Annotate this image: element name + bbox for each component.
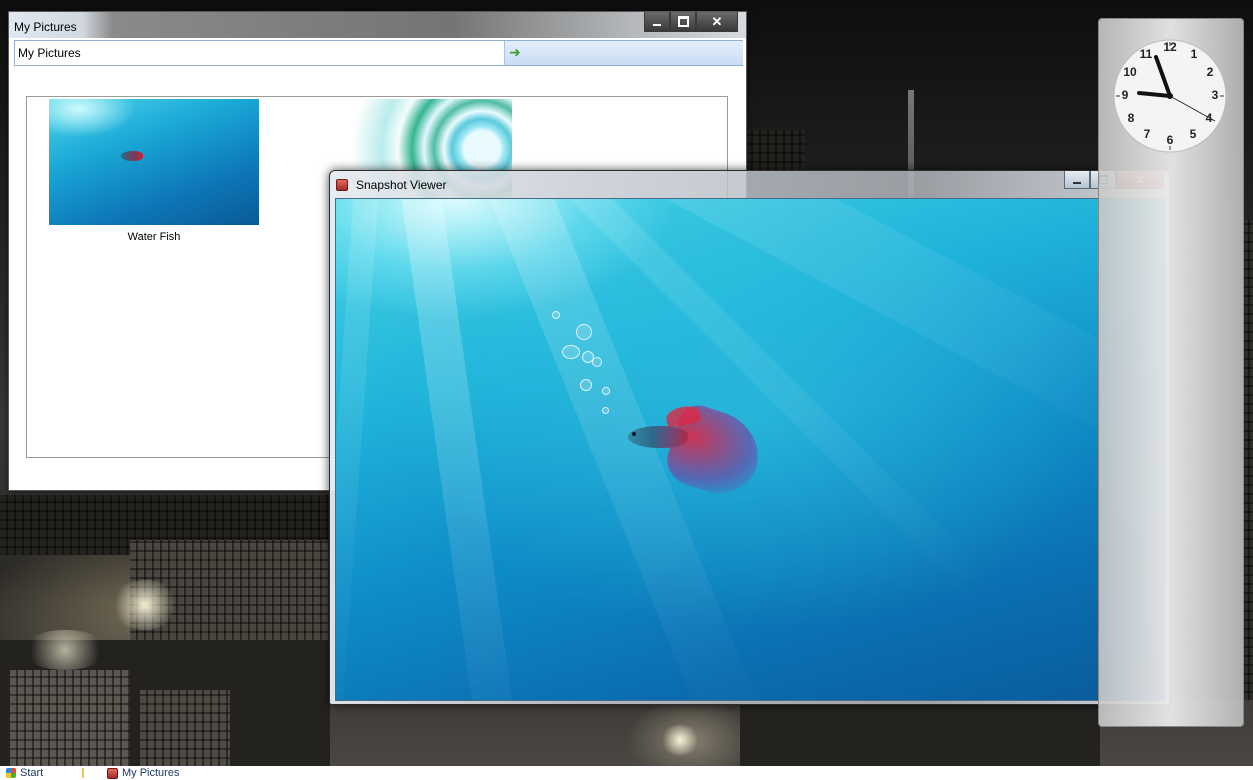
fish-image: [121, 151, 143, 161]
minimize-icon: [653, 23, 661, 26]
snapshot-image: [335, 198, 1166, 701]
clock-number: 6: [1166, 133, 1174, 147]
thumbnail-caption: Water Fish: [127, 231, 181, 243]
minimize-button[interactable]: [644, 12, 670, 32]
fish-eye: [632, 432, 636, 436]
minimize-button[interactable]: [1064, 171, 1090, 189]
clock-number: 2: [1206, 65, 1214, 79]
arrow-right-icon: ➜: [509, 44, 521, 60]
close-button[interactable]: ✕: [696, 12, 738, 32]
building: [740, 705, 1100, 766]
clock-number: 11: [1139, 47, 1153, 61]
clock-number: 3: [1211, 88, 1219, 102]
clock-number: 5: [1189, 127, 1197, 141]
picture-thumbnail[interactable]: [49, 99, 259, 225]
clock-gadget[interactable]: 12 1 2 3 4 5 6 7 8 9 10 11: [1098, 18, 1244, 727]
bubble: [562, 345, 580, 359]
app-icon: [107, 767, 118, 779]
app-icon: [336, 179, 348, 191]
bubble: [592, 357, 602, 367]
bubble: [602, 387, 610, 395]
building: [140, 690, 230, 766]
go-button[interactable]: ➜: [504, 41, 743, 65]
caption-buttons: ✕: [644, 12, 738, 32]
analog-clock: 12 1 2 3 4 5 6 7 8 9 10 11: [1111, 37, 1229, 155]
clock-number: 10: [1123, 65, 1137, 79]
bubble: [552, 311, 560, 319]
building: [10, 670, 130, 766]
street-light: [20, 630, 110, 670]
light-ray: [336, 199, 381, 700]
address-bar[interactable]: My Pictures ➜: [14, 40, 743, 66]
bubble: [602, 407, 609, 414]
taskbar: Start My Pictures: [0, 766, 1253, 780]
taskbar-separator: [82, 768, 84, 778]
taskbar-item-my-pictures[interactable]: My Pictures: [107, 766, 179, 780]
windows-logo-icon: [6, 768, 16, 778]
maximize-button[interactable]: [670, 12, 696, 32]
clock-number: 1: [1190, 47, 1198, 61]
start-label: Start: [20, 767, 44, 779]
start-button[interactable]: Start: [6, 766, 43, 780]
title-bar[interactable]: My Pictures ✕: [9, 12, 746, 38]
betta-fish: [628, 426, 688, 448]
minimize-icon: [1073, 182, 1081, 184]
light-ray: [396, 199, 523, 700]
clock-number: 4: [1205, 111, 1213, 125]
building: [745, 130, 805, 170]
bubble: [576, 324, 592, 340]
street-light: [110, 580, 180, 630]
window-title: Snapshot Viewer: [356, 178, 447, 192]
task-label: My Pictures: [122, 767, 180, 779]
address-text: My Pictures: [18, 46, 81, 60]
window-title: My Pictures: [14, 20, 77, 34]
clock-number: 7: [1143, 127, 1151, 141]
snapshot-viewer-window: Snapshot Viewer ✕: [329, 170, 1170, 705]
clock-number: 12: [1163, 40, 1177, 54]
street-light: [660, 725, 700, 755]
clock-number: 8: [1127, 111, 1135, 125]
close-icon: ✕: [711, 13, 723, 29]
maximize-icon: [677, 16, 689, 27]
clock-number: 9: [1121, 88, 1129, 102]
bubble: [580, 379, 592, 391]
